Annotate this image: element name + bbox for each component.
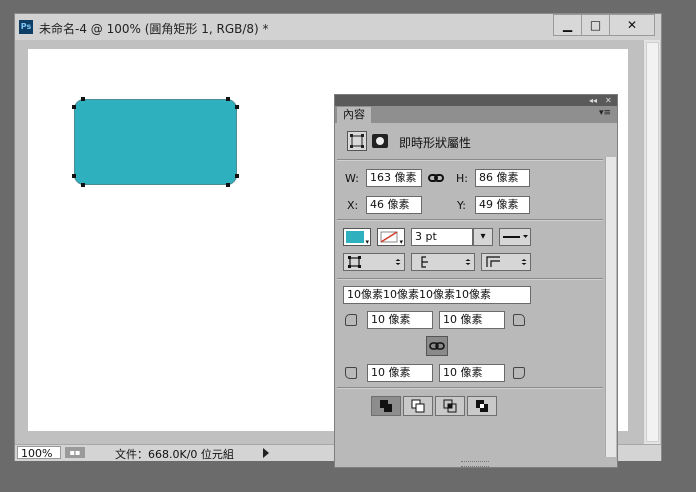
fill-color-swatch[interactable]: ▾ <box>343 228 371 246</box>
anchor-point-top-right-side[interactable] <box>235 105 239 109</box>
anchor-point-top-left[interactable] <box>81 97 85 101</box>
stroke-width-field[interactable]: 3 pt <box>411 228 473 246</box>
all-corners-radius-field[interactable]: 10像素10像素10像素10像素 <box>343 286 531 304</box>
intersect-shapes-icon <box>443 399 457 413</box>
subtract-shape-icon <box>411 399 425 413</box>
exclude-overlap-button[interactable] <box>467 396 497 416</box>
corner-bottom-left-icon <box>345 367 357 379</box>
divider <box>337 219 603 221</box>
chevron-down-icon: ▾ <box>399 238 403 246</box>
stroke-align-icon <box>348 256 401 268</box>
stroke-corners-dropdown[interactable] <box>481 253 531 271</box>
mask-properties-icon[interactable] <box>371 133 389 149</box>
stroke-corners-icon <box>486 256 527 267</box>
no-stroke-icon <box>380 231 398 243</box>
document-title: 未命名-4 @ 100% (圓角矩形 1, RGB/8) * <box>39 22 269 36</box>
width-field[interactable]: 163 像素 <box>366 169 422 187</box>
divider <box>337 278 603 280</box>
bottom-right-radius-field[interactable]: 10 像素 <box>439 364 505 382</box>
mask-icon <box>372 134 388 148</box>
height-label: H: <box>456 172 468 185</box>
height-field[interactable]: 86 像素 <box>475 169 530 187</box>
file-size-info: 文件：668.0K/0 位元組 <box>115 448 234 461</box>
corner-bottom-right-icon <box>513 367 525 379</box>
divider <box>337 159 603 161</box>
anchor-point-top-left-side[interactable] <box>72 105 76 109</box>
width-label: W: <box>345 172 359 185</box>
close-panel-icon[interactable]: ✕ <box>605 95 612 106</box>
photoshop-app-icon: Ps <box>19 20 33 34</box>
maximize-button[interactable]: □ <box>581 14 610 36</box>
y-position-field[interactable]: 49 像素 <box>475 196 530 214</box>
close-window-button[interactable]: ✕ <box>609 14 655 36</box>
top-right-radius-field[interactable]: 10 像素 <box>439 311 505 329</box>
panel-tab-row: 內容 ▾≡ <box>335 106 617 123</box>
exclude-overlap-icon <box>476 400 488 412</box>
link-corners-button[interactable] <box>426 336 448 356</box>
stroke-align-dropdown[interactable] <box>343 253 405 271</box>
divider <box>337 387 603 389</box>
bottom-left-radius-field[interactable]: 10 像素 <box>367 364 433 382</box>
link-dimensions-icon[interactable] <box>428 171 444 185</box>
anchor-point-top-right[interactable] <box>226 97 230 101</box>
document-title-bar[interactable]: Ps 未命名-4 @ 100% (圓角矩形 1, RGB/8) * ▁ □ ✕ <box>15 14 661 40</box>
panel-header-strip[interactable]: ◂◂ ✕ <box>335 95 617 106</box>
subtract-front-shape-button[interactable] <box>403 396 433 416</box>
y-label: Y: <box>457 199 466 212</box>
stroke-line-icon <box>503 235 528 238</box>
panel-scrollbar[interactable] <box>605 157 616 457</box>
x-label: X: <box>347 199 359 212</box>
collapse-panel-icon[interactable]: ◂◂ <box>589 95 597 106</box>
section-title: 即時形狀屬性 <box>399 136 472 150</box>
anchor-point-bottom-left[interactable] <box>81 183 85 187</box>
panel-menu-icon[interactable]: ▾≡ <box>599 108 611 118</box>
stroke-width-dropdown[interactable]: ▾ <box>473 228 493 246</box>
top-left-radius-field[interactable]: 10 像素 <box>367 311 433 329</box>
fill-color-chip <box>346 231 364 243</box>
shape-bounds-icon <box>350 134 364 148</box>
scrollbar-thumb[interactable] <box>646 42 659 442</box>
x-position-field[interactable]: 46 像素 <box>366 196 422 214</box>
anchor-point-bottom-left-side[interactable] <box>72 174 76 178</box>
combine-shapes-icon <box>380 400 392 412</box>
document-vertical-scrollbar[interactable] <box>643 40 660 444</box>
anchor-point-bottom-right-side[interactable] <box>235 174 239 178</box>
tab-properties[interactable]: 內容 <box>337 107 371 123</box>
anchor-point-bottom-right[interactable] <box>226 183 230 187</box>
minimize-button[interactable]: ▁ <box>553 14 582 36</box>
shape-properties-icon[interactable] <box>347 131 367 151</box>
zoom-level-field[interactable]: 100% <box>17 446 61 460</box>
corner-top-left-icon <box>345 314 357 326</box>
stroke-caps-icon <box>421 256 471 268</box>
rounded-rectangle-shape[interactable] <box>74 99 237 185</box>
chain-link-icon <box>429 342 445 350</box>
zoom-preview-icon[interactable]: ▪▪ <box>65 447 85 458</box>
stroke-type-dropdown[interactable] <box>499 228 531 246</box>
panel-resize-grip[interactable] <box>461 461 489 467</box>
intersect-shapes-button[interactable] <box>435 396 465 416</box>
corner-top-right-icon <box>513 314 525 326</box>
link-icon <box>428 174 444 182</box>
stroke-caps-dropdown[interactable] <box>411 253 475 271</box>
combine-shapes-button[interactable] <box>371 396 401 416</box>
properties-panel: ◂◂ ✕ 內容 ▾≡ 即時形狀屬性 W: 163 像素 H: 86 像素 X: … <box>334 94 618 468</box>
chevron-down-icon: ▾ <box>365 238 369 246</box>
status-menu-arrow-icon[interactable] <box>263 448 269 458</box>
stroke-color-swatch[interactable]: ▾ <box>377 228 405 246</box>
